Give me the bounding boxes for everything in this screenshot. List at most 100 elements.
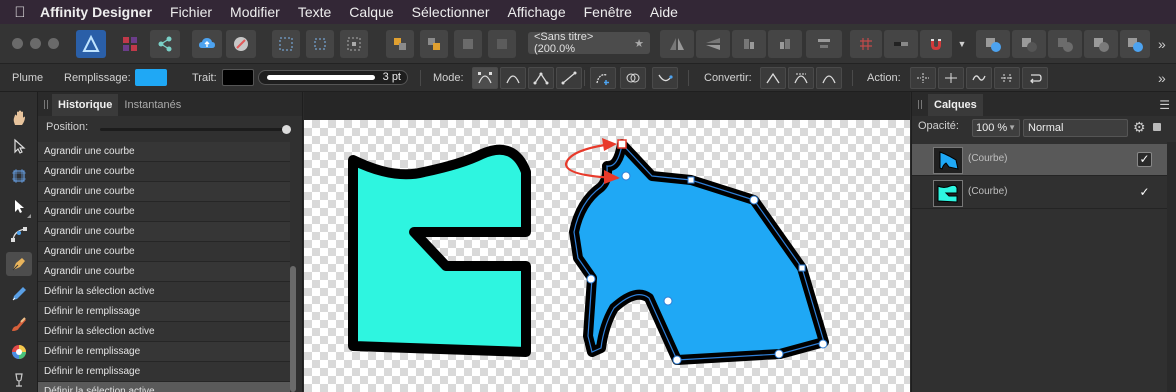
snapping-magnet-icon[interactable] [920, 30, 952, 58]
stroke-color-swatch[interactable] [222, 69, 254, 86]
boolean-subtract-icon[interactable] [1012, 30, 1046, 58]
curve-node[interactable] [774, 349, 784, 359]
smooth-curve-icon[interactable] [966, 67, 992, 89]
curve-node[interactable] [672, 355, 682, 365]
view-mode-icon[interactable] [884, 30, 918, 58]
layer-row[interactable]: (Courbe) ✓ [912, 177, 1167, 209]
history-row[interactable]: Agrandir une courbe [38, 142, 290, 162]
curve-node[interactable] [798, 264, 806, 272]
curve-node[interactable] [663, 296, 673, 306]
minimize-window-button[interactable] [30, 38, 41, 49]
boolean-xor-icon[interactable] [1084, 30, 1118, 58]
blend-mode-select[interactable]: Normal [1023, 119, 1128, 137]
curve-node[interactable] [586, 274, 596, 284]
pencil-tool-icon[interactable] [6, 282, 32, 306]
hamburger-menu-icon[interactable]: ☰ [1159, 98, 1170, 112]
polygon-mode-icon[interactable] [528, 67, 554, 89]
close-window-button[interactable] [12, 38, 23, 49]
document-tab[interactable]: <Sans titre> (200.0% ★ [528, 31, 650, 55]
layer-visibility-checkbox[interactable]: ✓ [1137, 152, 1152, 167]
line-mode-icon[interactable] [556, 67, 582, 89]
curve-node[interactable] [621, 171, 631, 181]
vector-brush-tool-icon[interactable] [6, 312, 32, 336]
canvas[interactable] [304, 120, 910, 392]
snapping-grid-icon[interactable] [850, 30, 882, 58]
cyan-curve-shape[interactable] [348, 144, 531, 357]
convert-smart-icon[interactable] [816, 67, 842, 89]
history-row[interactable]: Agrandir une courbe [38, 242, 290, 262]
fill-tool-icon[interactable] [6, 340, 32, 364]
transparency-tool-icon[interactable] [6, 368, 32, 392]
menu-selectionner[interactable]: Sélectionner [412, 4, 490, 20]
smart-mode-icon[interactable] [500, 67, 526, 89]
menu-aide[interactable]: Aide [650, 4, 678, 20]
history-row-current[interactable]: Définir la sélection active [38, 382, 290, 392]
pixel-persona-icon[interactable] [116, 30, 144, 58]
history-row[interactable]: Agrandir une courbe [38, 162, 290, 182]
selected-node[interactable] [617, 139, 627, 149]
move-tool-icon[interactable] [6, 134, 32, 158]
menu-fichier[interactable]: Fichier [170, 4, 212, 20]
snap-bounds-icon[interactable] [306, 30, 334, 58]
zoom-window-button[interactable] [48, 38, 59, 49]
history-row[interactable]: Définir le remplissage [38, 342, 290, 362]
layer-visibility-checkbox[interactable]: ✓ [1137, 185, 1152, 200]
arrange-backward-icon[interactable] [488, 30, 516, 58]
toolbar-overflow-icon[interactable]: » [1158, 36, 1166, 52]
opacity-field[interactable]: 100 % ▼ [972, 119, 1020, 137]
tab-history[interactable]: Historique [52, 94, 119, 116]
add-to-curve-icon[interactable] [590, 67, 616, 89]
menu-modifier[interactable]: Modifier [230, 4, 280, 20]
arrange-forward-icon[interactable] [454, 30, 482, 58]
pen-tool-icon[interactable] [6, 252, 32, 276]
history-row[interactable]: Agrandir une courbe [38, 262, 290, 282]
boolean-add-icon[interactable] [976, 30, 1010, 58]
designer-persona-icon[interactable] [76, 30, 106, 58]
layer-row[interactable]: (Courbe) ✓ [912, 144, 1167, 176]
break-curve-icon[interactable] [910, 67, 936, 89]
curve-node[interactable] [749, 195, 759, 205]
context-overflow-icon[interactable]: » [1158, 70, 1166, 86]
arrange-front-icon[interactable] [386, 30, 414, 58]
transform-icon[interactable] [340, 30, 368, 58]
export-persona-icon[interactable] [150, 30, 180, 58]
join-curves-icon[interactable] [994, 67, 1020, 89]
convert-sharp-icon[interactable] [760, 67, 786, 89]
boolean-divide-icon[interactable] [1120, 30, 1150, 58]
fill-color-swatch[interactable] [135, 69, 167, 86]
apple-icon[interactable]:  [0, 4, 40, 21]
share-cloud-icon[interactable] [192, 30, 222, 58]
tab-snapshots[interactable]: Instantanés [118, 94, 187, 116]
history-scrollbar[interactable] [290, 266, 296, 392]
menu-fenetre[interactable]: Fenêtre [584, 4, 632, 20]
flip-vertical-icon[interactable] [696, 30, 730, 58]
align-icon[interactable] [806, 30, 842, 58]
stroke-width-slider[interactable]: 3 pt [258, 70, 408, 85]
close-curve-icon[interactable] [938, 67, 964, 89]
position-slider-knob[interactable] [282, 125, 291, 134]
curve-node[interactable] [687, 176, 695, 184]
connect-curves-icon[interactable] [652, 67, 678, 89]
menu-texte[interactable]: Texte [298, 4, 331, 20]
layer-settings-gear-icon[interactable]: ⚙ [1133, 119, 1146, 136]
corner-tool-icon[interactable] [6, 222, 32, 246]
history-row[interactable]: Définir le remplissage [38, 302, 290, 322]
menu-affichage[interactable]: Affichage [508, 4, 566, 20]
rotate-left-icon[interactable] [732, 30, 766, 58]
menu-calque[interactable]: Calque [349, 4, 393, 20]
reverse-curve-icon[interactable] [1022, 67, 1048, 89]
pen-mode-icon[interactable] [472, 67, 498, 89]
layers-scrollbar[interactable] [1167, 142, 1176, 392]
history-row[interactable]: Définir le remplissage [38, 362, 290, 382]
tab-layers[interactable]: Calques [928, 94, 983, 116]
snap-select-icon[interactable] [272, 30, 300, 58]
arrange-back-icon[interactable] [420, 30, 448, 58]
convert-smooth-icon[interactable] [788, 67, 814, 89]
history-row[interactable]: Définir la sélection active [38, 282, 290, 302]
position-slider[interactable] [100, 128, 290, 131]
history-row[interactable]: Définir la sélection active [38, 322, 290, 342]
history-row[interactable]: Agrandir une courbe [38, 202, 290, 222]
app-name-menu[interactable]: Affinity Designer [40, 4, 152, 20]
assistant-icon[interactable] [226, 30, 256, 58]
artboard-tool-icon[interactable] [6, 164, 32, 188]
